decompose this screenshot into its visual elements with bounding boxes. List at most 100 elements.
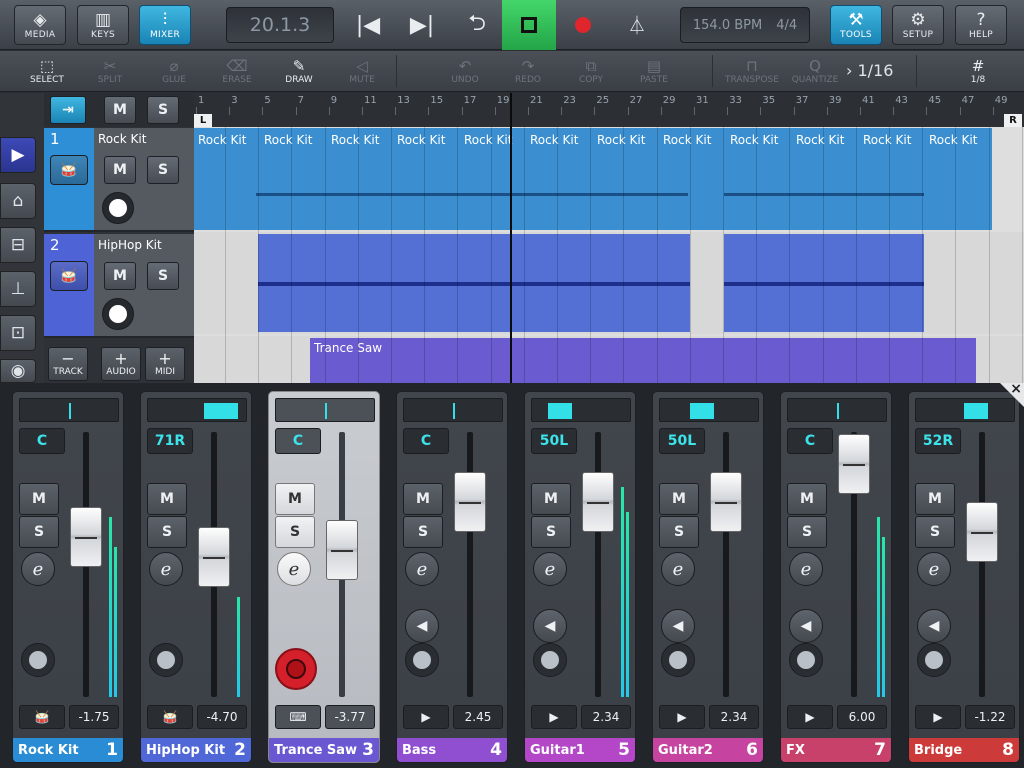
record-button[interactable] [553,0,613,50]
glue-tool[interactable]: ⌀ GLUE [144,53,204,89]
undo-button[interactable]: ↶ UNDO [435,53,495,89]
tools-button[interactable]: ⚒ TOOLS [830,5,882,45]
quantize-value[interactable]: › 1/16 [846,61,893,80]
volume-value[interactable]: -1.75 [69,705,119,729]
channel-solo-button[interactable]: S [659,516,699,548]
copy-button[interactable]: ⧉ COPY [561,53,621,89]
monitor-button[interactable] [102,192,134,224]
playhead[interactable] [510,93,512,383]
channel-edit-button[interactable]: e [277,552,311,586]
cycle-button[interactable]: ⮌ [447,0,507,50]
midi-view-button[interactable]: ◉ [0,359,36,383]
channel-name-bar[interactable]: Rock Kit 1 [13,738,123,762]
grid-button[interactable]: #1/8 [948,53,1008,89]
channel-name-bar[interactable]: Guitar1 5 [525,738,635,762]
rewind-button[interactable]: |◀ [338,0,398,50]
help-button[interactable]: ? HELP [955,5,1007,45]
pan-meter[interactable] [19,398,119,422]
channel-name-bar[interactable]: Trance Saw 3 [269,738,379,762]
volume-value[interactable]: -3.77 [325,705,375,729]
pan-meter[interactable] [275,398,375,422]
monitor-button[interactable] [149,643,183,677]
volume-fader[interactable] [582,472,614,532]
mixer-channel[interactable]: 52R M S e ◀ ▶ -1.22 Bridge 8 [908,391,1020,763]
channel-solo-button[interactable]: S [915,516,955,548]
pan-meter[interactable] [915,398,1015,422]
volume-value[interactable]: 2.34 [709,705,759,729]
channel-mute-button[interactable]: M [659,483,699,515]
draw-tool[interactable]: ✎ DRAW [269,53,329,89]
arrangement-view[interactable]: 1 3 5 7 9 11 13 15 17 19 21 23 25 27 29 31 33 35 37 39 41 43 4… [194,93,1024,383]
transpose-button[interactable]: ⊓ TRANSPOSE [722,53,782,89]
volume-fader[interactable] [198,527,230,587]
channel-name-bar[interactable]: Bass 4 [397,738,507,762]
channel-type-button[interactable]: ▶ [403,705,449,729]
monitor-button[interactable] [789,643,823,677]
pan-meter[interactable] [531,398,631,422]
pan-value[interactable]: C [19,428,65,454]
pan-value[interactable]: 52R [915,428,961,454]
channel-mute-button[interactable]: M [147,483,187,515]
volume-fader[interactable] [710,472,742,532]
channel-solo-button[interactable]: S [531,516,571,548]
channel-solo-button[interactable]: S [147,516,187,548]
volume-fader[interactable] [326,520,358,580]
pan-value[interactable]: 50L [531,428,577,454]
mixer-channel[interactable]: 50L M S e ◀ ▶ 2.34 Guitar1 5 [524,391,636,763]
channel-edit-button[interactable]: e [405,552,439,586]
volume-value[interactable]: 2.45 [453,705,503,729]
channel-type-button[interactable]: 🥁 [19,705,65,729]
volume-fader[interactable] [70,507,102,567]
mixer-channel[interactable]: C M S e ◀ ▶ 6.00 FX 7 [780,391,892,763]
select-tool[interactable]: ⬚ SELECT [17,53,77,89]
monitor-button[interactable] [21,643,55,677]
global-mute-button[interactable]: M [104,96,136,124]
pan-meter[interactable] [659,398,759,422]
play-view-button[interactable]: ▶ [0,137,36,173]
channel-edit-button[interactable]: e [789,552,823,586]
volume-fader[interactable] [966,502,998,562]
volume-value[interactable]: 2.34 [581,705,631,729]
listen-button[interactable]: ◀ [661,609,695,643]
channel-mute-button[interactable]: M [787,483,827,515]
redo-button[interactable]: ↷ REDO [498,53,558,89]
mute-tool[interactable]: ◁ MUTE [332,53,392,89]
channel-solo-button[interactable]: S [275,516,315,548]
listen-button[interactable]: ◀ [405,609,439,643]
stop-button[interactable] [502,0,556,50]
mixer-channel[interactable]: C M S e ⌨ -3.77 Trance Saw 3 [268,391,380,763]
mixer-channel[interactable]: C M S e 🥁 -1.75 Rock Kit 1 [12,391,124,763]
channel-name-bar[interactable]: HipHop Kit 2 [141,738,251,762]
track-header-1[interactable]: 1 Rock Kit 🥁 M S [44,128,194,232]
monitor-button[interactable] [405,643,439,677]
channel-edit-button[interactable]: e [533,552,567,586]
channel-solo-button[interactable]: S [403,516,443,548]
pan-meter[interactable] [787,398,887,422]
channel-type-button[interactable]: ▶ [531,705,577,729]
media-button[interactable]: ◈ MEDIA [14,5,66,45]
channel-type-button[interactable]: ▶ [787,705,833,729]
trance-saw-part[interactable]: Trance Saw [310,338,976,383]
quantize-button[interactable]: Q QUANTIZE [785,53,845,89]
track-mute-button[interactable]: M [104,156,136,184]
channel-type-button[interactable]: 🥁 [147,705,193,729]
keys-button[interactable]: ▥ KEYS [77,5,129,45]
channel-name-bar[interactable]: Bridge 8 [909,738,1019,762]
paste-button[interactable]: ▤ PASTE [624,53,684,89]
erase-tool[interactable]: ⌫ ERASE [207,53,267,89]
monitor-button[interactable] [661,643,695,677]
channel-mute-button[interactable]: M [275,483,315,515]
channel-name-bar[interactable]: Guitar2 6 [653,738,763,762]
mixer-channel[interactable]: 71R M S e 🥁 -4.70 HipHop Kit 2 [140,391,252,763]
channel-solo-button[interactable]: S [19,516,59,548]
channel-mute-button[interactable]: M [403,483,443,515]
pan-value[interactable]: C [275,428,321,454]
ruler[interactable]: 1 3 5 7 9 11 13 15 17 19 21 23 25 27 29 31 33 35 37 39 41 43 4… [194,93,1024,127]
record-arm-button[interactable] [275,648,317,690]
pan-meter[interactable] [403,398,503,422]
pan-value[interactable]: 50L [659,428,705,454]
volume-value[interactable]: -1.22 [965,705,1015,729]
channel-mute-button[interactable]: M [531,483,571,515]
pan-value[interactable]: C [787,428,833,454]
add-midi-button[interactable]: + MIDI [145,347,185,381]
